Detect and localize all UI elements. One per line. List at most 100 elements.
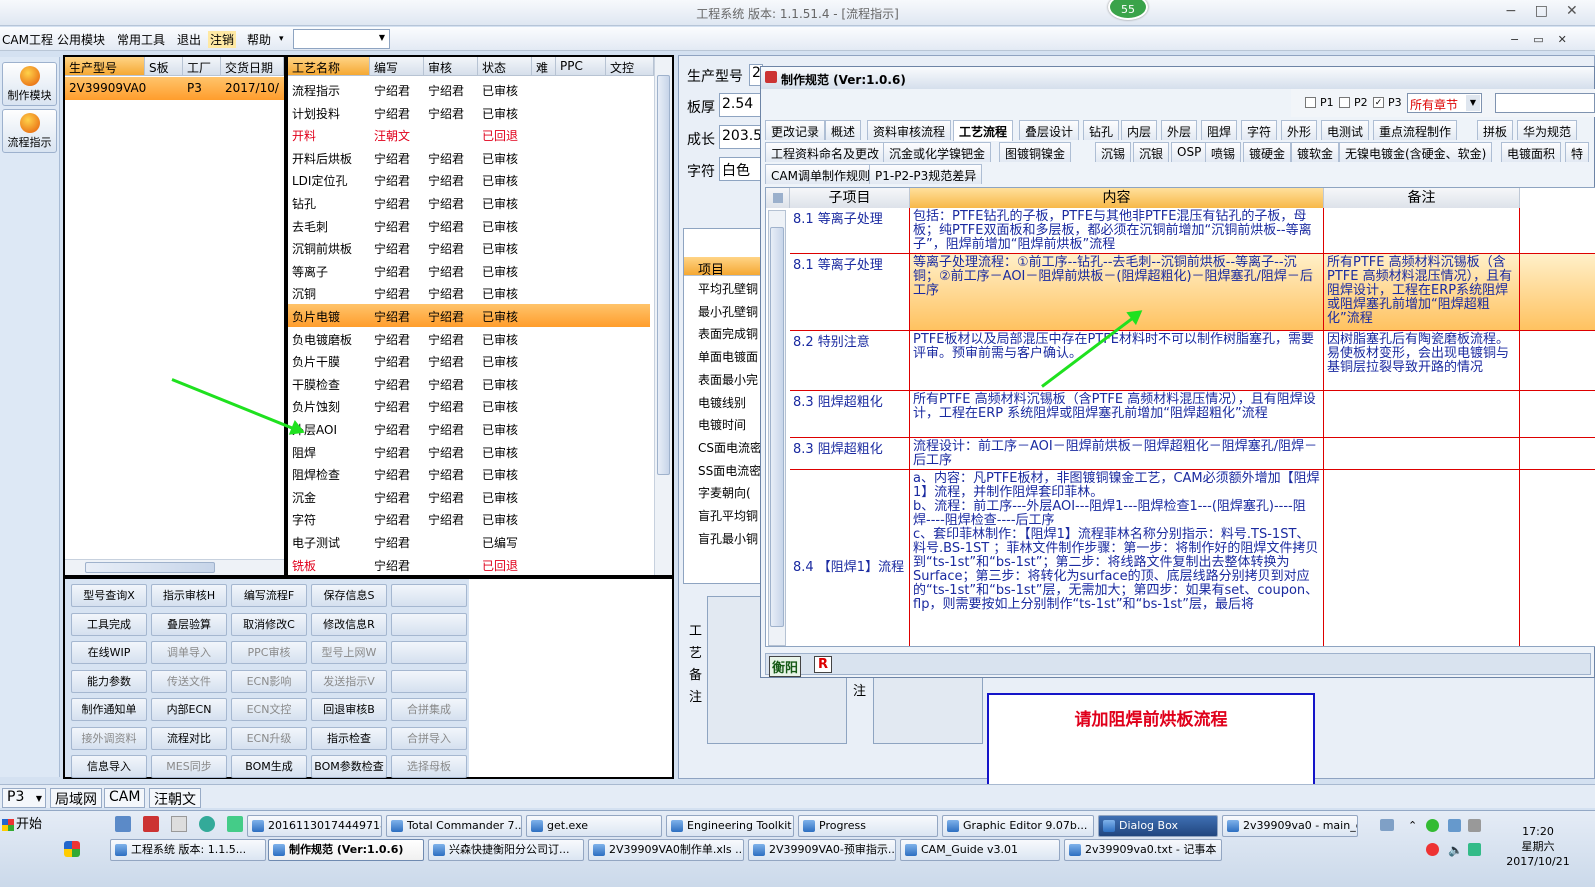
action-button[interactable]: ECN升级 — [231, 726, 307, 750]
table-row[interactable]: LDI定位孔 宁绍君 宁绍君 已审核 — [288, 168, 650, 191]
tray-icon[interactable] — [1448, 819, 1461, 832]
tray-icon[interactable] — [1426, 843, 1439, 856]
horizontal-scrollbar[interactable] — [65, 559, 284, 575]
col-process-name[interactable]: 工艺名称 — [288, 57, 370, 76]
table-row[interactable]: 阻焊 宁绍君 宁绍君 已审核 — [288, 440, 650, 463]
tab[interactable]: 工程资料命名及更改 — [765, 142, 886, 162]
field-thickness[interactable]: 2.54 — [719, 93, 763, 117]
browser-icon[interactable] — [199, 816, 215, 832]
table-row[interactable]: 等离子 宁绍君 宁绍君 已审核 — [288, 259, 650, 282]
volume-icon[interactable]: 🔈 — [1448, 843, 1463, 857]
tab[interactable]: OSP — [1171, 142, 1208, 162]
tab[interactable]: 无镍电镀金(含硬金、软金) — [1339, 142, 1493, 162]
action-button[interactable]: 型号查询X — [71, 584, 147, 607]
col-s-board[interactable]: S板 — [145, 57, 183, 76]
action-button[interactable]: BOM参数检查 — [311, 755, 387, 778]
table-row[interactable]: 钻孔 宁绍君 宁绍君 已审核 — [288, 191, 650, 214]
menu-logout[interactable]: 注销 — [208, 31, 237, 48]
col-ppc[interactable]: PPC — [556, 57, 606, 76]
select-all-icon[interactable] — [772, 193, 783, 203]
tab[interactable]: 镀硬金 — [1243, 142, 1292, 162]
taskbar-item[interactable]: 2v39909va0 - main_qa — [1222, 815, 1358, 837]
taskbar-item[interactable]: Total Commander 7.... — [386, 815, 522, 837]
action-button[interactable]: 接外调资料 — [71, 726, 147, 750]
tab[interactable]: 重点流程制作 — [1373, 120, 1458, 140]
tab[interactable]: 图镀铜镍金 — [999, 142, 1072, 162]
keyboard-icon[interactable] — [1380, 819, 1394, 831]
action-button[interactable]: 制作通知单 — [71, 698, 147, 721]
action-button[interactable]: 合拼集成 — [391, 698, 467, 721]
table-row[interactable]: 流程指示 宁绍君 宁绍君 已审核 — [288, 78, 650, 101]
tab[interactable]: P1-P2-P3规范差异 — [869, 164, 983, 184]
list-item[interactable]: SS面电流密 — [684, 459, 762, 482]
taskbar-item[interactable]: 2v39909va0.txt - 记事本 — [1064, 839, 1222, 861]
table-row[interactable]: 负片电镀 宁绍君 宁绍君 已审核 — [288, 304, 650, 327]
tab[interactable]: 阻焊 — [1201, 120, 1238, 140]
tab[interactable]: 喷锡 — [1205, 142, 1242, 162]
taskbar-item[interactable]: Progress — [798, 815, 938, 837]
grid-remark[interactable]: 所有PTFE 高频材料沉锡板（含PTFE 高频材料混压情况），且有阻焊设计，工程… — [1324, 254, 1520, 331]
document-icon[interactable] — [171, 816, 187, 832]
action-button[interactable]: 工具完成 — [71, 612, 147, 636]
table-row[interactable]: 铣板 宁绍君 已回退 — [288, 553, 650, 576]
table-row[interactable]: 沉铜前烘板 宁绍君 宁绍君 已审核 — [288, 236, 650, 259]
table-row[interactable]: 沉铜 宁绍君 宁绍君 已审核 — [288, 281, 650, 304]
action-button[interactable] — [391, 641, 467, 664]
grid-content[interactable]: a、内容：凡PTFE板材，非图镀铜镍金工艺，CAM必须额外增加【阻焊1】流程，并… — [910, 470, 1324, 646]
search-input[interactable] — [1495, 93, 1595, 113]
col-sub-item[interactable]: 子项目 — [790, 188, 910, 208]
chevron-down-icon[interactable]: ▾ — [279, 34, 284, 44]
mdi-controls[interactable]: −▭✕ — [1510, 33, 1581, 46]
tab[interactable]: 工艺流程 — [953, 120, 1014, 141]
table-row[interactable]: 外层AOI 宁绍君 宁绍君 已审核 — [288, 417, 650, 440]
action-button[interactable]: MES同步 — [151, 755, 227, 778]
table-row[interactable]: 阻焊检查 宁绍君 宁绍君 已审核 — [288, 462, 650, 485]
grid-content[interactable]: 流程设计：前工序－AOI－阻焊前烘板－阻焊超粗化－阻焊塞孔/阻焊－后工序 — [910, 438, 1324, 470]
list-item[interactable]: 表面完成铜 — [684, 322, 762, 345]
action-button[interactable]: 修改信息R — [311, 612, 387, 636]
chapter-select[interactable]: 所有章节 ▼ — [1407, 93, 1482, 113]
list-item[interactable]: 电镀时间 — [684, 413, 762, 436]
action-button[interactable]: 传送文件 — [151, 669, 227, 693]
action-button[interactable] — [391, 612, 467, 636]
action-button[interactable]: 选择母板 — [391, 755, 467, 778]
taskbar-item[interactable]: 工程系统 版本: 1.1.5... — [110, 839, 266, 861]
table-row[interactable]: 电子测试 宁绍君 已编写 — [288, 530, 650, 553]
action-button[interactable]: 合拼导入 — [391, 726, 467, 750]
list-item[interactable]: CS面电流密 — [684, 436, 762, 459]
grid-sub-item[interactable]: 8.1 等离子处理 — [790, 254, 910, 331]
grid-sub-item[interactable]: 8.1 等离子处理 — [790, 208, 910, 254]
table-row[interactable]: 开料 汪朝文 已回退 — [288, 123, 650, 146]
taskbar-item[interactable]: 20161130174449718... — [247, 815, 382, 837]
start-button[interactable]: 开始 — [0, 814, 44, 836]
table-row[interactable]: 沉金 宁绍君 宁绍君 已审核 — [288, 485, 650, 508]
menu-combo[interactable]: ▼ — [293, 29, 390, 49]
tab[interactable]: CAM调单制作规则 — [765, 164, 876, 184]
col-remark[interactable]: 备注 — [1324, 188, 1520, 208]
list-item[interactable]: 单面电镀面 — [684, 345, 762, 368]
taskbar-item[interactable]: 2V39909VA0-预审指示.... — [748, 839, 896, 861]
list-item[interactable]: 电镀线别 — [684, 391, 762, 414]
nav-process-guide[interactable]: 流程指示 — [2, 109, 57, 153]
action-button[interactable]: 回退审核B — [311, 698, 387, 721]
table-row[interactable]: 字符 宁绍君 宁绍君 已审核 — [288, 507, 650, 530]
action-button[interactable] — [391, 584, 467, 607]
table-row[interactable]: 负片干膜 宁绍君 宁绍君 已审核 — [288, 349, 650, 372]
list-item[interactable]: 字麦朝向( — [684, 481, 762, 504]
check-p1[interactable] — [1305, 97, 1316, 108]
table-row[interactable]: 干膜检查 宁绍君 宁绍君 已审核 — [288, 372, 650, 395]
nav-make-module[interactable]: 制作模块 — [2, 62, 57, 106]
list-item[interactable]: 最小孔壁铜 — [684, 300, 762, 323]
table-row[interactable]: 负片蚀刻 宁绍君 宁绍君 已审核 — [288, 394, 650, 417]
action-button[interactable]: 发送指示V — [311, 669, 387, 693]
action-button[interactable]: 流程对比 — [151, 726, 227, 750]
action-button[interactable]: PPC审核 — [231, 641, 307, 664]
action-button[interactable]: 叠层验算 — [151, 612, 227, 636]
tab[interactable]: 钻孔 — [1083, 120, 1120, 140]
action-button[interactable]: ECN文控 — [231, 698, 307, 721]
grid-content[interactable]: PTFE板材以及局部混压中存在PTFE材料时不可以制作树脂塞孔，需要评审。预审前… — [910, 331, 1324, 391]
col-difficulty[interactable]: 难 — [532, 57, 556, 76]
tab[interactable]: 特 — [1565, 142, 1590, 162]
grid-sub-item[interactable]: 8.3 阻焊超粗化 — [790, 391, 910, 438]
col-product-model[interactable]: 生产型号 — [65, 57, 145, 76]
